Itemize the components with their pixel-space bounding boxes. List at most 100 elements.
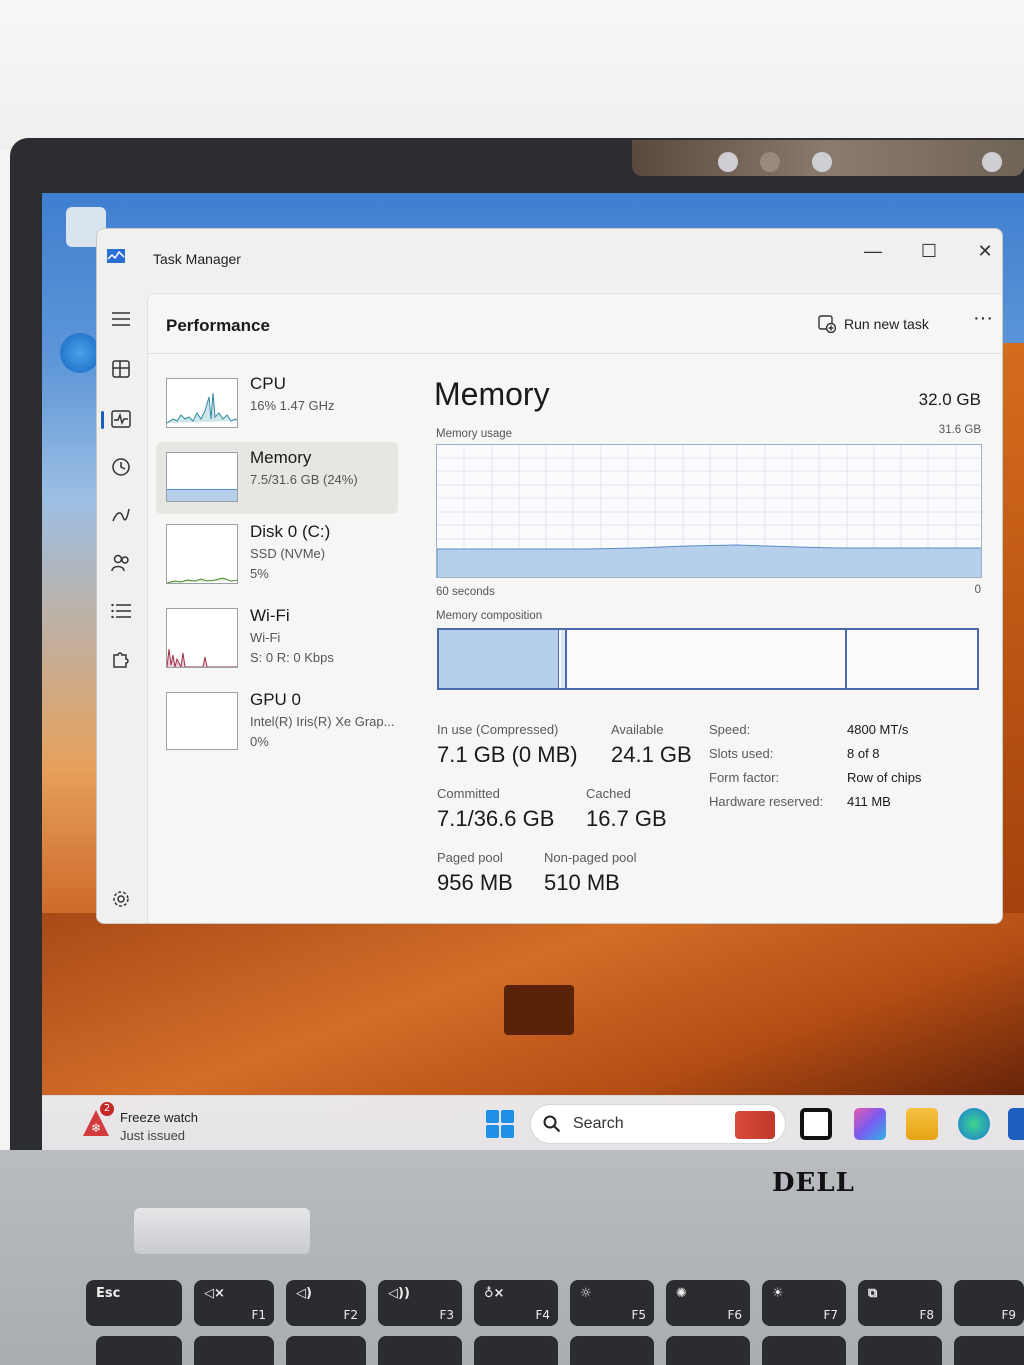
resource-detail: Wi-Fi <box>250 630 281 645</box>
gpu-thumbnail-graph <box>166 692 238 750</box>
start-button[interactable] <box>486 1110 514 1138</box>
window-title: Task Manager <box>153 251 241 267</box>
speed-label: Speed: <box>709 722 751 737</box>
memory-thumbnail-graph <box>166 452 238 502</box>
store-icon[interactable] <box>1008 1108 1024 1140</box>
nav-startup-apps[interactable] <box>105 499 137 531</box>
resource-memory[interactable]: Memory 7.5/31.6 GB (24%) <box>156 442 398 514</box>
details-list-icon <box>111 604 131 618</box>
nav-performance[interactable] <box>101 403 137 435</box>
composition-in-use <box>439 630 559 688</box>
performance-icon <box>111 410 131 428</box>
form-factor-value: Row of chips <box>847 770 922 785</box>
hardware-reserved-label: Hardware reserved: <box>709 794 824 809</box>
memory-usage-label: Memory usage <box>436 428 513 440</box>
form-factor-label: Form factor: <box>709 770 780 785</box>
key-f8[interactable]: ⧉ F8 <box>858 1280 942 1326</box>
resource-wifi[interactable]: Wi-Fi Wi-Fi S: 0 R: 0 Kbps <box>156 600 398 672</box>
key-9[interactable] <box>954 1336 1024 1365</box>
resource-gpu[interactable]: GPU 0 Intel(R) Iris(R) Xe Grap... 0% <box>156 684 398 756</box>
key-8[interactable] <box>858 1336 942 1365</box>
key-label: F4 <box>535 1308 550 1322</box>
slots-used-value: 8 of 8 <box>847 746 880 761</box>
processes-icon <box>112 360 130 378</box>
key-label: F7 <box>823 1308 838 1322</box>
speed-value: 4800 MT/s <box>847 722 909 737</box>
edge-browser-icon[interactable] <box>958 1108 990 1140</box>
run-new-task-button[interactable]: Run new task <box>818 312 929 336</box>
paged-pool-label: Paged pool <box>437 850 503 865</box>
key-4[interactable] <box>474 1336 558 1365</box>
memory-usage-area <box>437 544 981 577</box>
key-7[interactable] <box>762 1336 846 1365</box>
desktop-wallpaper-vent <box>504 985 574 1035</box>
key-3[interactable] <box>378 1336 462 1365</box>
taskbar: ❄ 2 Freeze watch Just issued Search <box>42 1095 1024 1153</box>
more-options-button[interactable]: ··· <box>968 308 998 338</box>
task-view-icon[interactable] <box>800 1108 832 1140</box>
run-new-task-label: Run new task <box>844 316 929 332</box>
key-label: F9 <box>1001 1308 1016 1322</box>
nav-services[interactable] <box>105 643 137 675</box>
page-title: Performance <box>166 316 270 335</box>
maximize-button[interactable]: ☐ <box>911 237 947 265</box>
key-6[interactable] <box>666 1336 750 1365</box>
search-placeholder: Search <box>573 1115 624 1132</box>
brand-logo: DELL <box>772 1168 855 1198</box>
key-f9[interactable]: F9 <box>954 1280 1024 1326</box>
detail-title: Memory <box>434 376 550 412</box>
key-5[interactable] <box>570 1336 654 1365</box>
nav-details[interactable] <box>105 595 137 627</box>
resource-utilization: 0% <box>250 734 269 749</box>
resource-disk[interactable]: Disk 0 (C:) SSD (NVMe) 5% <box>156 516 398 588</box>
key-tilde[interactable] <box>96 1336 182 1365</box>
key-f5[interactable]: ☼ F5 <box>570 1280 654 1326</box>
edge-desktop-icon[interactable] <box>60 333 100 373</box>
key-f3[interactable]: ◁)) F3 <box>378 1280 462 1326</box>
key-f1[interactable]: ◁× F1 <box>194 1280 274 1326</box>
background-wall <box>0 0 1024 150</box>
key-label: F2 <box>343 1308 358 1322</box>
brightness-up-icon: ☀ <box>772 1286 784 1301</box>
hardware-reserved-value: 411 MB <box>847 794 891 809</box>
close-button[interactable]: ✕ <box>967 237 1002 265</box>
nav-settings[interactable] <box>105 883 137 915</box>
key-f7[interactable]: ☀ F7 <box>762 1280 846 1326</box>
resource-detail: 7.5/31.6 GB (24%) <box>250 472 358 487</box>
widget-subtitle: Just issued <box>120 1128 186 1143</box>
search-icon <box>543 1115 561 1133</box>
camera-icon <box>718 152 738 172</box>
key-1[interactable] <box>194 1336 274 1365</box>
weather-widget[interactable]: ❄ 2 Freeze watch Just issued <box>82 1102 242 1148</box>
run-task-icon <box>818 315 836 333</box>
memory-composition-bar <box>437 628 979 690</box>
nav-users[interactable] <box>105 547 137 579</box>
resource-cpu[interactable]: CPU 16% 1.47 GHz <box>156 368 398 440</box>
nav-app-history[interactable] <box>105 451 137 483</box>
key-f4[interactable]: ♁× F4 <box>474 1280 558 1326</box>
volume-down-icon: ◁) <box>296 1286 312 1301</box>
hamburger-menu-button[interactable] <box>105 303 137 335</box>
task-manager-app-icon <box>107 249 125 263</box>
services-puzzle-icon <box>113 652 129 668</box>
key-f2[interactable]: ◁) F2 <box>286 1280 366 1326</box>
available-value: 24.1 GB <box>611 742 692 767</box>
file-explorer-icon[interactable] <box>906 1108 938 1140</box>
key-esc[interactable]: Esc <box>86 1280 182 1326</box>
ir-sensor-icon <box>812 152 832 172</box>
maximize-icon: ☐ <box>920 240 938 261</box>
committed-value: 7.1/36.6 GB <box>437 806 555 831</box>
mute-icon: ◁× <box>204 1286 225 1301</box>
resource-throughput: S: 0 R: 0 Kbps <box>250 650 334 665</box>
key-2[interactable] <box>286 1336 366 1365</box>
key-f6[interactable]: ✺ F6 <box>666 1280 750 1326</box>
key-label: F1 <box>251 1308 266 1322</box>
title-bar[interactable]: Task Manager — ☐ ✕ <box>97 229 1002 279</box>
minimize-button[interactable]: — <box>855 237 891 265</box>
nav-processes[interactable] <box>105 353 137 385</box>
taskbar-search[interactable]: Search <box>530 1104 786 1144</box>
microsoft-365-icon[interactable] <box>854 1108 886 1140</box>
key-label: F6 <box>727 1308 742 1322</box>
memory-usage-max: 31.6 GB <box>938 424 981 436</box>
pane-header: Performance Run new task ··· <box>148 294 1002 354</box>
